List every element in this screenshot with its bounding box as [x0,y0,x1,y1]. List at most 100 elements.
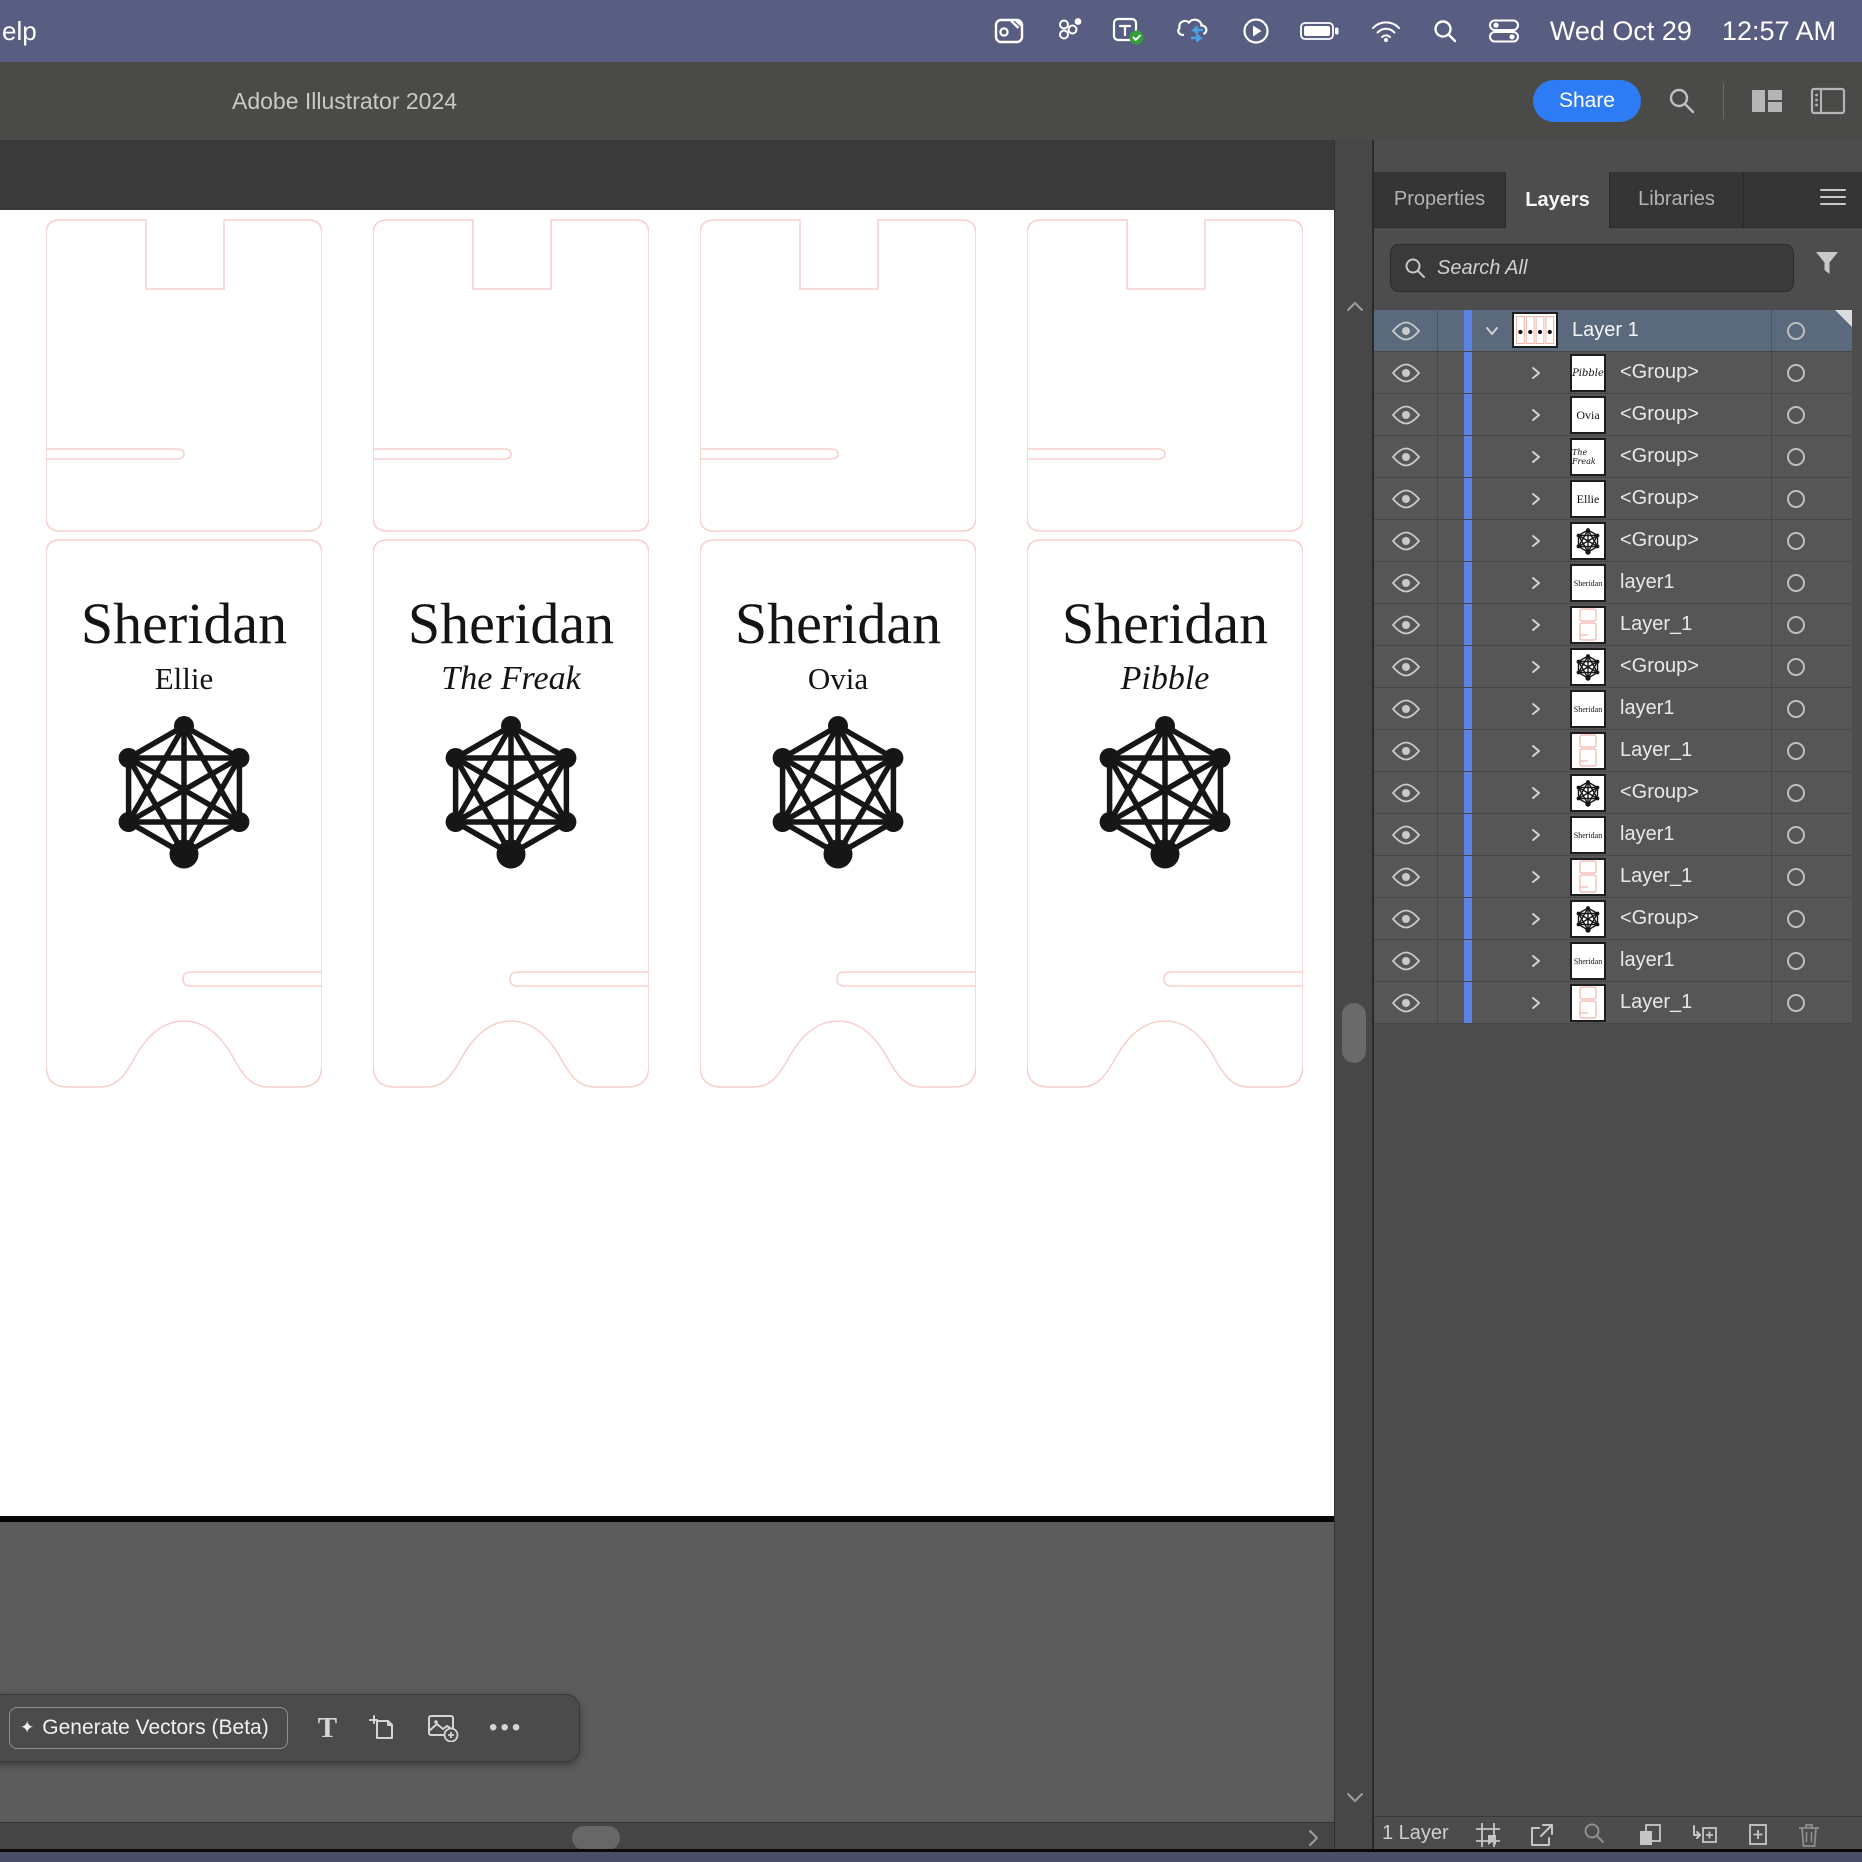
chevron-right-icon[interactable] [1528,743,1544,764]
visibility-eye-icon[interactable] [1374,688,1437,730]
layer-row[interactable]: The Freak<Group> [1374,436,1852,478]
layer-thumbnail[interactable]: Sheridan [1570,564,1606,602]
chevron-right-icon[interactable] [1528,659,1544,680]
layer-row[interactable]: Ovia<Group> [1374,394,1852,436]
visibility-eye-icon[interactable] [1374,436,1437,478]
scroll-down-icon[interactable] [1344,1788,1366,1811]
layer-row[interactable]: Sheridan layer1 [1374,562,1852,604]
layer-target-icon[interactable] [1787,784,1805,802]
layer-name[interactable]: <Group> [1620,478,1699,520]
layer-name[interactable]: <Group> [1620,352,1699,394]
product-tag-ellie[interactable]: Sheridan Ellie [46,215,322,1095]
visibility-eye-icon[interactable] [1374,478,1437,520]
layer-row[interactable]: Layer_1 [1374,856,1852,898]
wifi-icon[interactable] [1370,19,1402,43]
layer-row[interactable]: Ellie <Group> [1374,478,1852,520]
layer-name[interactable]: <Group> [1620,772,1699,814]
layer-target-icon[interactable] [1787,994,1805,1012]
new-layer-icon[interactable] [1744,1821,1772,1849]
layer-thumbnail[interactable]: Ellie [1570,480,1606,518]
layer-thumbnail[interactable] [1570,774,1606,812]
layer-row[interactable]: <Group> [1374,646,1852,688]
teams-icon[interactable] [1112,16,1144,46]
chevron-right-icon[interactable] [1528,953,1544,974]
layer-name[interactable]: layer1 [1620,562,1674,604]
layer-thumbnail[interactable] [1570,984,1606,1022]
layer-name[interactable]: Layer_1 [1620,604,1692,646]
layer-row[interactable]: Sheridanlayer1 [1374,814,1852,856]
visibility-eye-icon[interactable] [1374,604,1437,646]
scroll-up-icon[interactable] [1344,298,1366,321]
layer-row[interactable]: Sheridan layer1 [1374,688,1852,730]
visibility-eye-icon[interactable] [1374,562,1437,604]
visibility-eye-icon[interactable] [1374,772,1437,814]
figma-icon[interactable] [1054,18,1082,44]
layer-row[interactable]: <Group> [1374,520,1852,562]
layer-row[interactable]: <Group> [1374,898,1852,940]
creative-cloud-sync-icon[interactable] [1174,17,1212,45]
generate-vectors-button[interactable]: ✦ Generate Vectors (Beta) [9,1707,288,1749]
document-canvas[interactable]: Sheridan Ellie Sheridan The Freak Sherid… [0,140,1334,1852]
layer-name[interactable]: layer1 [1620,814,1674,856]
visibility-eye-icon[interactable] [1374,394,1437,436]
share-button[interactable]: Share [1533,80,1641,122]
place-image-icon[interactable] [427,1714,459,1742]
make-clip-mask-icon[interactable] [1636,1821,1664,1849]
layer-target-icon[interactable] [1787,322,1805,340]
type-tool-icon[interactable]: T [318,1712,337,1745]
layer-name[interactable]: <Group> [1620,520,1699,562]
layer-name[interactable]: <Group> [1620,436,1699,478]
layer-target-icon[interactable] [1787,616,1805,634]
chevron-right-icon[interactable] [1528,995,1544,1016]
delete-icon[interactable] [1796,1821,1824,1849]
product-tag-ovia[interactable]: Sheridan Ovia [700,215,976,1095]
chevron-right-icon[interactable] [1528,365,1544,386]
layer-target-icon[interactable] [1787,448,1805,466]
locate-object-icon[interactable] [1582,1821,1610,1849]
layer-thumbnail[interactable] [1570,606,1606,644]
chevron-right-icon[interactable] [1528,869,1544,890]
tab-libraries[interactable]: Libraries [1610,172,1744,228]
play-circle-icon[interactable] [1242,17,1270,45]
panel-toggle-icon[interactable] [1810,87,1846,115]
status-icons[interactable] [994,16,1520,46]
visibility-eye-icon[interactable] [1374,520,1437,562]
layer-thumbnail[interactable]: Sheridan [1570,690,1606,728]
control-center-icon[interactable] [1488,19,1520,43]
visibility-eye-icon[interactable] [1374,352,1437,394]
chevron-right-icon[interactable] [1528,407,1544,428]
layer-row[interactable]: <Group> [1374,772,1852,814]
visibility-eye-icon[interactable] [1374,814,1437,856]
layer-name[interactable]: Layer_1 [1620,856,1692,898]
visibility-eye-icon[interactable] [1374,898,1437,940]
layer-row[interactable]: Layer_1 [1374,604,1852,646]
layer-name[interactable]: layer1 [1620,688,1674,730]
visibility-eye-icon[interactable] [1374,310,1437,352]
more-options-icon[interactable]: ••• [489,1714,523,1742]
layer-target-icon[interactable] [1787,826,1805,844]
menu-bar-clock[interactable]: 12:57 AM [1722,16,1836,47]
layer-row[interactable]: Layer_1 [1374,730,1852,772]
filter-icon[interactable] [1812,248,1842,283]
layer-target-icon[interactable] [1787,364,1805,382]
chevron-right-icon[interactable] [1528,911,1544,932]
chevron-right-icon[interactable] [1528,449,1544,470]
layer-target-icon[interactable] [1787,406,1805,424]
layer-target-icon[interactable] [1787,532,1805,550]
horizontal-scrollbar-thumb[interactable] [572,1826,620,1850]
visibility-eye-icon[interactable] [1374,646,1437,688]
scanner-app-icon[interactable] [994,16,1024,46]
tab-properties[interactable]: Properties [1374,172,1506,228]
visibility-eye-icon[interactable] [1374,982,1437,1024]
layer-target-icon[interactable] [1787,658,1805,676]
layer-name[interactable]: layer1 [1620,940,1674,982]
layer-target-icon[interactable] [1787,952,1805,970]
layer-target-icon[interactable] [1787,700,1805,718]
layer-name[interactable]: <Group> [1620,898,1699,940]
layer-target-icon[interactable] [1787,868,1805,886]
panel-menu-icon[interactable] [1818,186,1848,213]
layer-thumbnail[interactable] [1570,648,1606,686]
chevron-right-icon[interactable] [1528,575,1544,596]
workspace-switcher-icon[interactable] [1750,88,1784,114]
layer-thumbnail[interactable] [1570,858,1606,896]
